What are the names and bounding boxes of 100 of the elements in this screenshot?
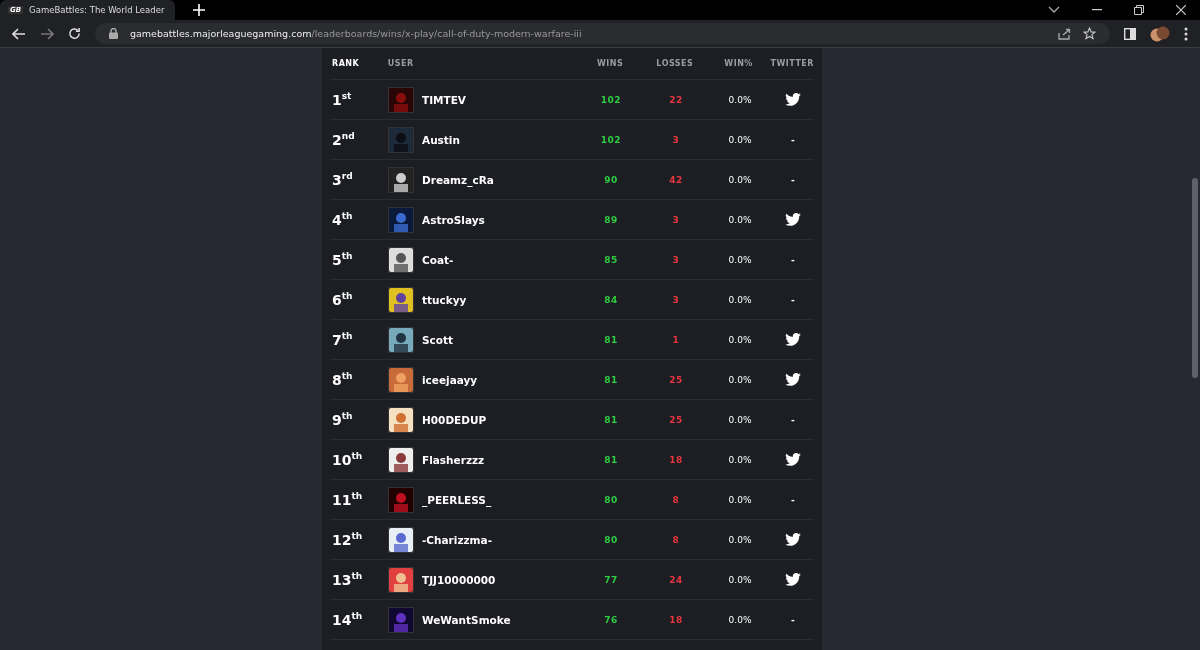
no-twitter-text: - [790,414,796,425]
win-percent: 0.0% [727,174,753,185]
win-percent: 0.0% [727,414,753,425]
losses-value: 8 [671,534,681,545]
rank-text: 14$^{th}$ [331,611,364,628]
no-twitter-text: - [790,254,796,265]
wins-value: 81 [603,334,619,345]
twitter-bird-icon[interactable] [785,453,801,466]
username[interactable]: _PEERLESS_ [422,493,492,506]
no-twitter-text: - [790,174,796,185]
column-header: USER [387,59,415,68]
scrollbar-thumb[interactable] [1192,178,1198,378]
twitter-bird-icon[interactable] [785,533,801,546]
rank-text: 7$^{th}$ [331,331,354,348]
username[interactable]: H00DEDUP [422,413,487,426]
username[interactable]: AstroSlays [422,213,485,226]
twitter-bird-icon[interactable] [785,573,801,586]
forward-icon[interactable] [40,27,54,40]
rank-text: 4$^{th}$ [331,211,354,228]
losses-value: 8 [671,494,681,505]
rank-text: 12$^{th}$ [331,531,364,548]
menu-icon[interactable] [1184,26,1188,41]
twitter-bird-icon[interactable] [785,213,801,226]
wins-value: 80 [603,534,619,545]
wins-value: 80 [603,494,619,505]
wins-value: 76 [603,614,619,625]
losses-value: 1 [671,334,681,345]
wins-value: 102 [599,94,623,105]
username[interactable]: Dreamz_cRa [422,173,494,186]
wins-value: 84 [603,294,619,305]
username[interactable]: WeWantSmoke [422,613,511,626]
win-percent: 0.0% [727,574,753,585]
wins-value: 89 [603,214,619,225]
wins-value: 85 [603,254,619,265]
losses-value: 3 [671,294,681,305]
win-percent: 0.0% [727,214,753,225]
lock-icon [109,28,118,39]
username[interactable]: Flasherzzz [422,453,485,466]
rank-text: 5$^{th}$ [331,251,354,268]
username[interactable]: ttuckyy [422,293,467,306]
twitter-bird-icon[interactable] [785,373,801,386]
username[interactable]: Coat- [422,253,454,266]
win-percent: 0.0% [727,134,753,145]
username[interactable]: TJJ10000000 [422,573,496,586]
rank-text: 8$^{th}$ [331,371,354,388]
rank-text: 11$^{th}$ [331,491,364,508]
column-header: WINS [595,59,625,68]
losses-value: 24 [668,574,684,585]
sidebar-icon[interactable] [1124,27,1136,40]
losses-value: 25 [668,414,684,425]
reload-icon[interactable] [68,27,81,40]
no-twitter-text: - [790,134,796,145]
username[interactable]: Austin [422,133,460,146]
rank-text: 13$^{th}$ [331,571,364,588]
rank-text: 2$^{nd}$ [331,131,356,148]
wins-value: 81 [603,374,619,385]
twitter-bird-icon[interactable] [785,333,801,346]
losses-value: 42 [668,174,684,185]
losses-value: 3 [671,134,681,145]
win-percent: 0.0% [727,254,753,265]
chevron-down-icon[interactable] [1048,6,1060,14]
column-header: LOSSES [655,59,695,68]
back-icon[interactable] [12,27,26,40]
no-twitter-text: - [790,494,796,505]
rank-text: 3$^{rd}$ [331,171,354,188]
losses-value: 3 [671,214,681,225]
column-header: TWITTER [770,59,814,68]
rank-text: 9$^{th}$ [331,411,354,428]
column-header: WIN% [723,59,754,68]
new-tab-icon[interactable] [193,4,205,16]
username[interactable]: TIMTEV [422,93,466,106]
username[interactable]: -Charizzma- [422,533,492,546]
profile-avatar[interactable] [1150,24,1170,43]
address-bar[interactable]: gamebattles.majorleaguegaming.com/leaderboards/wins/x-play/call-of-duty-modern-warfare-iii [95,23,1110,44]
wins-value: 81 [603,414,619,425]
close-icon[interactable] [1176,5,1186,15]
share-icon[interactable] [1058,27,1071,40]
url-text: gamebattles.majorleaguegaming.com/leaderboards/wins/x-play/call-of-duty-modern-warfare-iii [130,28,582,39]
username[interactable]: iceejaayy [422,373,478,386]
win-percent: 0.0% [727,334,753,345]
tab-title: GameBattles: The World Leader [29,5,165,15]
losses-value: 3 [671,254,681,265]
win-percent: 0.0% [727,454,753,465]
win-percent: 0.0% [727,494,753,505]
wins-value: 77 [603,574,619,585]
losses-value: 25 [668,374,684,385]
wins-value: 81 [603,454,619,465]
losses-value: 18 [668,454,684,465]
minimize-icon[interactable] [1092,9,1102,11]
no-twitter-text: - [790,614,796,625]
username[interactable]: Scott [422,333,454,346]
losses-value: 18 [668,614,684,625]
win-percent: 0.0% [727,534,753,545]
no-twitter-text: - [790,294,796,305]
star-icon[interactable] [1083,27,1096,40]
column-header: RANK [331,59,361,68]
twitter-bird-icon[interactable] [785,93,801,106]
restore-icon[interactable] [1134,5,1144,15]
wins-value: 90 [603,174,619,185]
rank-text: 1$^{st}$ [331,91,353,108]
